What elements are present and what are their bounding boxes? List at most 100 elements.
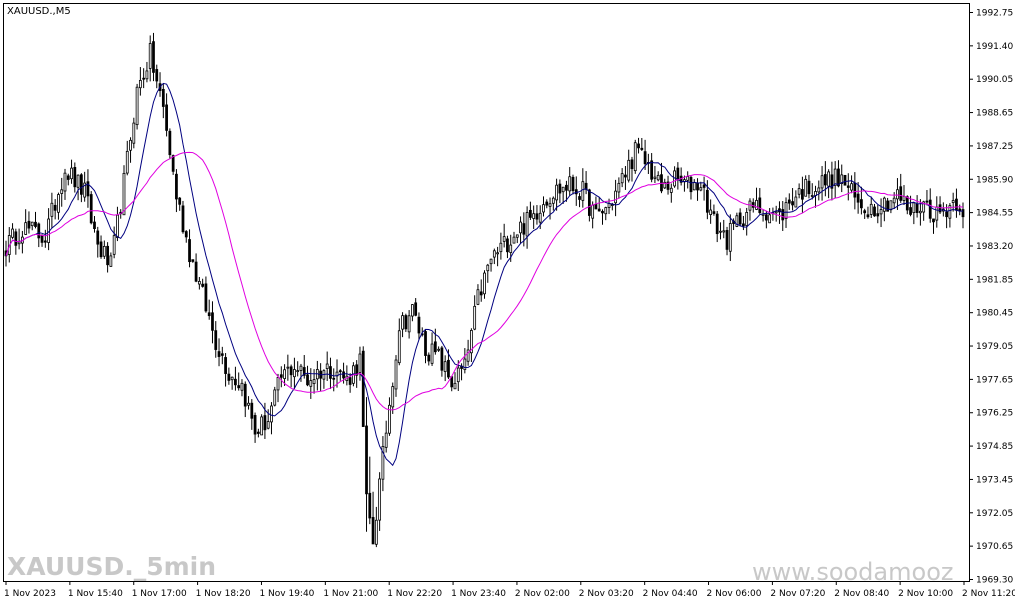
candle-body: [846, 185, 850, 188]
candle-body: [689, 176, 693, 193]
price-chart[interactable]: 1992.75 1991.40 1990.05 1988.65 1987.25 1985.…: [0, 0, 1015, 605]
x-tick-label: 1 Nov 19:40: [259, 589, 314, 599]
candle-body: [892, 197, 896, 204]
candle-body: [597, 208, 601, 212]
x-tick-label: 2 Nov 02:00: [515, 589, 570, 599]
candle: [843, 174, 847, 186]
x-tick-label: 2 Nov 10:00: [898, 589, 953, 599]
candle-body: [397, 330, 401, 364]
candle-body: [24, 222, 28, 235]
candle-body: [181, 205, 185, 233]
candle-body: [414, 302, 418, 316]
candle-body: [401, 315, 404, 330]
candle-body: [692, 182, 696, 191]
candle-body: [764, 214, 768, 221]
candle-body: [456, 367, 460, 383]
candle-body: [443, 361, 447, 372]
candle-body: [152, 41, 155, 73]
candle-body: [34, 221, 37, 227]
candle-body: [601, 210, 604, 214]
candle-body: [224, 357, 227, 374]
candle-body: [453, 382, 457, 390]
candle-body: [276, 376, 280, 391]
y-tick-label: 1987.25: [976, 142, 1013, 152]
candle-body: [325, 363, 329, 370]
candle-body: [630, 159, 634, 170]
candle-body: [76, 174, 80, 188]
candle-body: [234, 378, 237, 386]
candle-body: [374, 519, 378, 545]
y-tick-label: 1985.90: [976, 175, 1013, 185]
candle-body: [161, 88, 165, 107]
candle-body: [902, 196, 906, 201]
candle-body: [568, 176, 572, 192]
candle-body: [171, 155, 175, 172]
candle-body: [538, 212, 542, 223]
candle-body: [863, 210, 867, 214]
candle-body: [951, 200, 955, 203]
candle-body: [63, 172, 67, 192]
candle-body: [188, 239, 191, 263]
candle-body: [860, 199, 863, 209]
y-tick-label: 1973.45: [976, 475, 1013, 485]
candle-body: [591, 204, 595, 219]
x-tick-label: 2 Nov 11:20: [962, 589, 1015, 599]
x-tick-label: 2 Nov 03:20: [579, 589, 634, 599]
candle-body: [93, 221, 96, 229]
candle-body: [207, 312, 211, 317]
candle-body: [447, 359, 450, 378]
candle-body: [925, 200, 929, 203]
candle-body: [519, 221, 522, 234]
candle-body: [260, 416, 264, 436]
candle-body: [620, 173, 624, 184]
candle-body: [342, 371, 345, 379]
candle-body: [89, 194, 93, 224]
candle-body: [70, 167, 73, 180]
candle-body: [633, 142, 637, 172]
candle-body: [201, 283, 205, 287]
candle-body: [653, 176, 657, 179]
candle-body: [27, 220, 31, 229]
y-tick-label: 1970.65: [976, 542, 1013, 552]
candle-body: [650, 160, 654, 180]
candle-body: [411, 304, 414, 317]
candle-body: [227, 373, 231, 381]
candle-body: [804, 178, 808, 197]
candle-body: [142, 77, 146, 80]
chart-root[interactable]: 1992.75 1991.40 1990.05 1988.65 1987.25 1985.…: [0, 0, 1015, 605]
candle-body: [791, 201, 794, 206]
candle-body: [502, 236, 506, 242]
candle-body: [237, 385, 241, 389]
candle-body: [368, 492, 372, 519]
candle-body: [132, 122, 136, 144]
candle-body: [837, 168, 840, 187]
candle-body: [542, 204, 545, 213]
candle-body: [125, 150, 129, 174]
candle-body: [932, 218, 935, 223]
candle-body: [175, 173, 178, 200]
candle-body: [909, 207, 912, 215]
candle-body: [873, 206, 876, 217]
candle-body: [148, 43, 152, 69]
candle-body: [715, 213, 719, 235]
x-tick-label: 1 Nov 15:40: [68, 589, 123, 599]
candle-body: [545, 201, 549, 206]
candle: [404, 313, 408, 332]
candle-body: [250, 402, 254, 419]
candle-body: [433, 341, 437, 353]
candle-body: [79, 174, 83, 195]
candle-body: [43, 240, 47, 243]
candle-body: [116, 214, 119, 238]
candle-body: [745, 212, 749, 226]
y-tick-label: 1990.05: [976, 75, 1013, 85]
candle-body: [643, 151, 647, 165]
candle-body: [279, 374, 283, 378]
candle-body: [486, 264, 490, 272]
candle-body: [712, 211, 716, 214]
candle-body: [57, 194, 60, 213]
candle-body: [768, 214, 772, 224]
candle-body: [529, 209, 532, 218]
candle-body: [378, 478, 382, 521]
candle-body: [145, 70, 149, 80]
candle-body: [522, 223, 526, 235]
